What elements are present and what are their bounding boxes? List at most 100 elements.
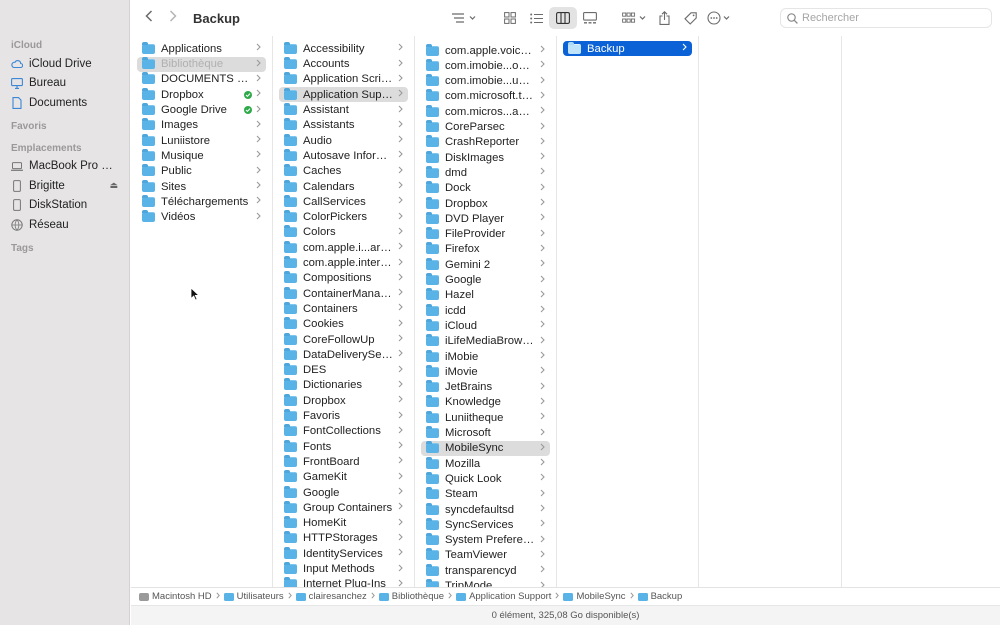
folder-row[interactable]: Compositions — [279, 271, 408, 286]
folder-row[interactable]: syncdefaultsd — [421, 502, 550, 517]
folder-row[interactable]: Knowledge — [421, 395, 550, 410]
folder-row[interactable]: Colors — [279, 225, 408, 240]
folder-row[interactable]: com.apple.voicememos — [421, 43, 550, 58]
folder-row[interactable]: Microsoft — [421, 425, 550, 440]
path-segment[interactable]: Macintosh HD — [139, 591, 212, 602]
browser-column-1[interactable]: Applications Bibliothèque DOCUMENTS LOCAL D… — [131, 36, 273, 587]
group-menu-button[interactable] — [619, 7, 651, 29]
folder-row[interactable]: Application Support — [279, 87, 408, 103]
folder-row[interactable]: com.microsoft.teams — [421, 89, 550, 104]
folder-row[interactable]: com.apple.i...archpartyd — [279, 240, 408, 255]
folder-row[interactable]: Google — [279, 485, 408, 500]
folder-row[interactable]: FrontBoard — [279, 454, 408, 469]
folder-row[interactable]: Google — [421, 272, 550, 287]
folder-row[interactable]: Firefox — [421, 242, 550, 257]
folder-row[interactable]: FontCollections — [279, 424, 408, 439]
forward-button[interactable] — [161, 9, 185, 27]
folder-row[interactable]: Assistants — [279, 118, 408, 133]
sidebar-item-icloud-drive[interactable]: iCloud Drive — [0, 54, 129, 74]
folder-row[interactable]: Internet Plug-Ins — [279, 577, 408, 587]
folder-row[interactable]: DVD Player — [421, 211, 550, 226]
folder-row[interactable]: GameKit — [279, 470, 408, 485]
folder-row[interactable]: Google Drive — [137, 102, 266, 117]
sort-menu-button[interactable] — [447, 7, 481, 29]
folder-row[interactable]: Favoris — [279, 408, 408, 423]
folder-row[interactable]: System Preferences — [421, 533, 550, 548]
folder-row[interactable]: icdd — [421, 303, 550, 318]
folder-row[interactable]: DOCUMENTS LOCAL — [137, 72, 266, 87]
folder-row[interactable]: Audio — [279, 133, 408, 148]
folder-row[interactable]: Containers — [279, 301, 408, 316]
browser-column-3[interactable]: com.apple.voicememos com.imobie...oneResc… — [415, 36, 557, 587]
search-field[interactable] — [780, 8, 992, 28]
folder-row[interactable]: HTTPStorages — [279, 531, 408, 546]
path-segment[interactable]: MobileSync — [563, 591, 626, 602]
folder-row[interactable]: iMovie — [421, 364, 550, 379]
folder-row[interactable]: com.imobie...ue-Installer — [421, 74, 550, 89]
sidebar-item-reseau[interactable]: Réseau — [0, 215, 129, 235]
folder-row[interactable]: MobileSync — [421, 440, 550, 456]
folder-row[interactable]: Vidéos — [137, 210, 266, 225]
folder-row[interactable]: DataDeliveryServices — [279, 347, 408, 362]
folder-row[interactable]: Luniistore — [137, 133, 266, 148]
path-segment[interactable]: Bibliothèque — [378, 591, 444, 602]
folder-row[interactable]: com.micros...ams.helper — [421, 104, 550, 119]
folder-row[interactable]: Accessibility — [279, 41, 408, 56]
folder-row[interactable]: SyncServices — [421, 517, 550, 532]
folder-row[interactable]: Input Methods — [279, 561, 408, 576]
path-segment[interactable]: Application Support — [456, 591, 551, 602]
folder-row[interactable]: CallServices — [279, 194, 408, 209]
gallery-view-button[interactable] — [577, 7, 603, 29]
folder-row[interactable]: Quick Look — [421, 471, 550, 486]
folder-row[interactable]: Dictionaries — [279, 378, 408, 393]
folder-row[interactable]: Assistant — [279, 102, 408, 117]
folder-row[interactable]: CoreFollowUp — [279, 332, 408, 347]
folder-row[interactable]: Application Scripts — [279, 72, 408, 87]
share-button[interactable] — [651, 7, 677, 29]
folder-row[interactable]: DES — [279, 363, 408, 378]
folder-row[interactable]: Backup — [563, 41, 692, 57]
folder-row[interactable]: transparencyd — [421, 563, 550, 578]
folder-row[interactable]: DiskImages — [421, 150, 550, 165]
folder-row[interactable]: JetBrains — [421, 380, 550, 395]
folder-row[interactable]: Steam — [421, 487, 550, 502]
folder-row[interactable]: Images — [137, 118, 266, 133]
folder-row[interactable]: Sites — [137, 179, 266, 194]
folder-row[interactable]: iMobie — [421, 349, 550, 364]
folder-row[interactable]: Dropbox — [279, 393, 408, 408]
folder-row[interactable]: ContainerManager — [279, 286, 408, 301]
folder-row[interactable]: Fonts — [279, 439, 408, 454]
icon-view-button[interactable] — [497, 7, 523, 29]
tag-button[interactable] — [677, 7, 703, 29]
folder-row[interactable]: Dock — [421, 181, 550, 196]
folder-row[interactable]: Luniitheque — [421, 410, 550, 425]
path-segment[interactable]: Utilisateurs — [223, 591, 284, 602]
folder-row[interactable]: IdentityServices — [279, 546, 408, 561]
folder-row[interactable]: Cookies — [279, 317, 408, 332]
folder-row[interactable]: CrashReporter — [421, 135, 550, 150]
column-view-button[interactable] — [549, 7, 577, 29]
folder-row[interactable]: dmd — [421, 165, 550, 180]
folder-row[interactable]: Autosave Information — [279, 148, 408, 163]
folder-row[interactable]: Caches — [279, 164, 408, 179]
folder-row[interactable]: TripMode — [421, 578, 550, 587]
browser-column-2[interactable]: Accessibility Accounts Application Scripts… — [273, 36, 415, 587]
list-view-button[interactable] — [523, 7, 549, 29]
folder-row[interactable]: Accounts — [279, 57, 408, 72]
back-button[interactable] — [137, 9, 161, 27]
browser-column-4[interactable]: Backup — [557, 36, 699, 587]
folder-row[interactable]: Téléchargements — [137, 194, 266, 209]
folder-row[interactable]: HomeKit — [279, 516, 408, 531]
more-actions-button[interactable] — [703, 7, 737, 29]
folder-row[interactable]: Dropbox — [137, 87, 266, 102]
path-segment[interactable]: clairesanchez — [295, 591, 367, 602]
folder-row[interactable]: FileProvider — [421, 227, 550, 242]
sidebar-item-brigitte[interactable]: Brigitte ⏏ — [0, 176, 129, 196]
sidebar-item-bureau[interactable]: Bureau — [0, 74, 129, 94]
sidebar-item-diskstation[interactable]: DiskStation — [0, 196, 129, 216]
folder-row[interactable]: Hazel — [421, 288, 550, 303]
sidebar-item-documents[interactable]: Documents — [0, 93, 129, 113]
folder-row[interactable]: iLifeMediaBrowser — [421, 334, 550, 349]
sidebar-item-macbook[interactable]: MacBook Pro de Cl... — [0, 157, 129, 177]
folder-row[interactable]: Bibliothèque — [137, 56, 266, 72]
